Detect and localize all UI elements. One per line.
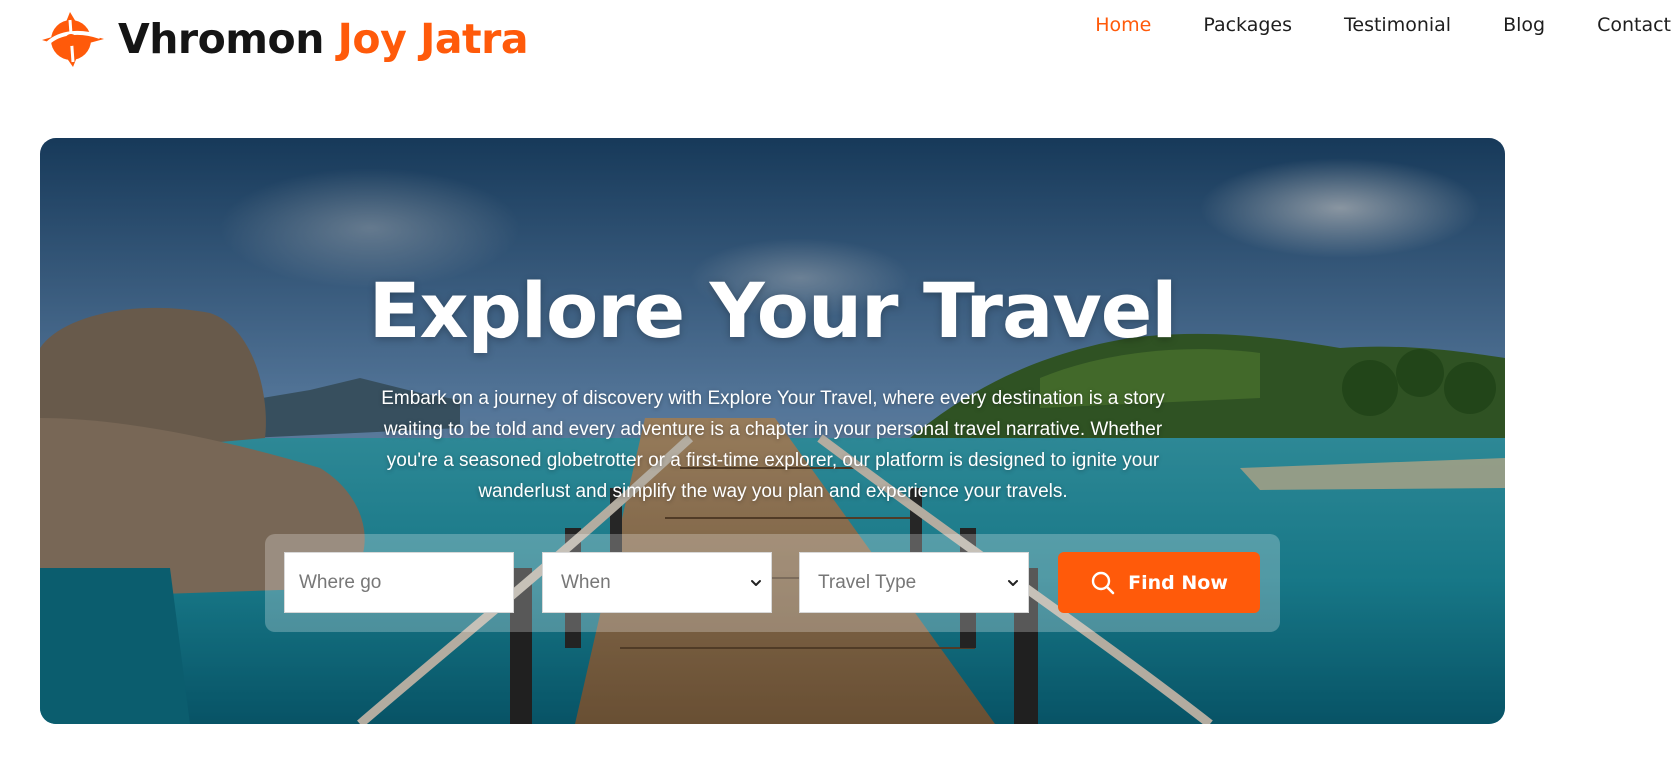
main-nav: Home Packages Testimonial Blog Contact	[1095, 12, 1671, 38]
nav-item-packages[interactable]: Packages	[1203, 12, 1292, 38]
chevron-down-icon	[1008, 580, 1018, 586]
brand-name-accent: Joy Jatra	[337, 15, 529, 63]
travel-type-select[interactable]: Travel Type	[799, 552, 1029, 613]
when-select-value: When	[561, 571, 611, 593]
nav-item-home[interactable]: Home	[1095, 12, 1151, 38]
compass-cross-logo-icon	[42, 12, 104, 67]
nav-item-contact[interactable]: Contact	[1597, 12, 1671, 38]
hero-title: Explore Your Travel	[368, 266, 1178, 355]
search-icon	[1091, 571, 1115, 594]
brand-logo[interactable]: Vhromon Joy Jatra	[40, 10, 529, 68]
nav-item-testimonial[interactable]: Testimonial	[1344, 12, 1451, 38]
where-field[interactable]	[284, 552, 514, 613]
nav-item-blog[interactable]: Blog	[1503, 12, 1545, 38]
find-now-label: Find Now	[1128, 571, 1228, 594]
find-now-button[interactable]: Find Now	[1058, 552, 1260, 613]
travel-type-select-value: Travel Type	[818, 571, 917, 593]
chevron-down-icon	[751, 580, 761, 586]
where-input[interactable]	[299, 571, 513, 594]
hero-description: Embark on a journey of discovery with Ex…	[381, 388, 1165, 502]
hero-banner: Explore Your Travel Embark on a journey …	[40, 138, 1505, 724]
brand-name-primary: Vhromon	[118, 15, 324, 63]
when-select[interactable]: When	[542, 552, 772, 613]
search-bar: When Travel Type Find Now	[265, 534, 1280, 632]
brand-name: Vhromon Joy Jatra	[118, 10, 529, 68]
site-header: Vhromon Joy Jatra Home Packages Testimon…	[0, 0, 1671, 90]
